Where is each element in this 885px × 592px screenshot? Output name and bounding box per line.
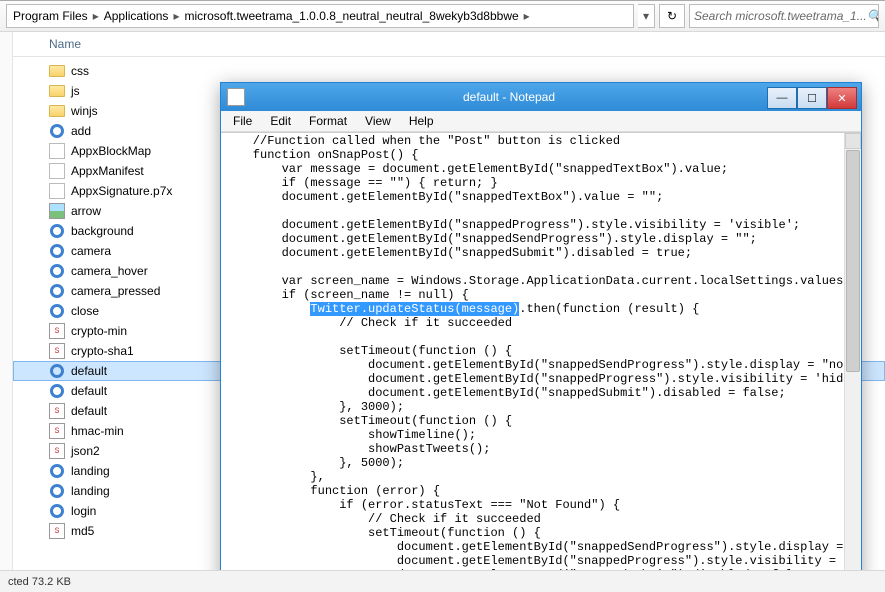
maximize-button[interactable]: ☐ [797, 87, 827, 109]
close-button[interactable]: ✕ [827, 87, 857, 109]
file-name: default [71, 364, 107, 378]
js-icon: S [49, 423, 65, 439]
menu-item-help[interactable]: Help [401, 113, 442, 129]
notepad-text-area[interactable]: //Function called when the "Post" button… [221, 133, 845, 570]
file-name: css [71, 64, 89, 78]
status-bar: cted 73.2 KB [0, 570, 885, 592]
file-name: winjs [71, 104, 98, 118]
search-icon: 🔍 [867, 9, 879, 23]
notepad-icon [227, 88, 245, 106]
file-name: crypto-sha1 [71, 344, 134, 358]
js-icon: S [49, 403, 65, 419]
file-icon [49, 143, 65, 159]
nav-pane-sliver [0, 32, 13, 570]
menu-item-view[interactable]: View [357, 113, 399, 129]
file-name: AppxBlockMap [71, 144, 151, 158]
file-name: camera_pressed [71, 284, 160, 298]
column-header-name[interactable]: Name [13, 32, 885, 57]
file-icon [49, 183, 65, 199]
file-name: json2 [71, 444, 100, 458]
file-name: camera [71, 244, 111, 258]
ie-icon [49, 123, 65, 139]
chevron-right-icon[interactable]: ▸ [170, 9, 182, 23]
search-input[interactable]: Search microsoft.tweetrama_1... 🔍 [689, 4, 879, 28]
explorer-window: Program Files▸Applications▸microsoft.twe… [0, 0, 885, 592]
code-content[interactable]: //Function called when the "Post" button… [221, 133, 845, 570]
file-name: login [71, 504, 96, 518]
notepad-title: default - Notepad [251, 90, 767, 104]
explorer-body: Name css js winjs add AppxBlockMap AppxManife… [0, 32, 885, 570]
ie-icon [49, 243, 65, 259]
search-placeholder: Search microsoft.tweetrama_1... [694, 9, 867, 23]
file-name: md5 [71, 524, 94, 538]
chevron-right-icon[interactable]: ▸ [90, 9, 102, 23]
file-name: camera_hover [71, 264, 148, 278]
file-name: close [71, 304, 99, 318]
vertical-scroll-thumb[interactable] [846, 150, 860, 372]
chevron-right-icon[interactable]: ▸ [521, 9, 533, 23]
breadcrumb[interactable]: Program Files▸Applications▸microsoft.twe… [6, 4, 634, 28]
ie-icon [49, 503, 65, 519]
address-toolbar: Program Files▸Applications▸microsoft.twe… [0, 1, 885, 32]
notepad-body: //Function called when the "Post" button… [221, 132, 861, 570]
refresh-icon: ↻ [667, 9, 677, 23]
ie-icon [49, 483, 65, 499]
folder-icon [49, 83, 65, 99]
notepad-window: default - Notepad — ☐ ✕ FileEditFormatVi… [220, 82, 862, 570]
folder-icon [49, 63, 65, 79]
file-name: AppxManifest [71, 164, 144, 178]
breadcrumb-segment[interactable]: microsoft.tweetrama_1.0.0.8_neutral_neut… [182, 9, 520, 23]
pic-icon [49, 203, 65, 219]
ie-icon [49, 223, 65, 239]
ie-icon [49, 283, 65, 299]
file-icon [49, 163, 65, 179]
file-name: landing [71, 484, 110, 498]
refresh-button[interactable]: ↻ [659, 4, 685, 28]
notepad-titlebar[interactable]: default - Notepad — ☐ ✕ [221, 83, 861, 111]
menu-item-format[interactable]: Format [301, 113, 355, 129]
file-name: landing [71, 464, 110, 478]
file-name: AppxSignature.p7x [71, 184, 172, 198]
file-name: hmac-min [71, 424, 124, 438]
file-name: default [71, 404, 107, 418]
js-icon: S [49, 523, 65, 539]
file-name: default [71, 384, 107, 398]
menu-item-edit[interactable]: Edit [262, 113, 299, 129]
file-name: crypto-min [71, 324, 127, 338]
js-icon: S [49, 343, 65, 359]
minimize-button[interactable]: — [767, 87, 797, 109]
folder-icon [49, 103, 65, 119]
file-name: js [71, 84, 80, 98]
ie-icon [49, 303, 65, 319]
breadcrumb-segment[interactable]: Applications [102, 9, 171, 23]
breadcrumb-dropdown[interactable]: ▾ [638, 4, 655, 28]
breadcrumb-segment[interactable]: Program Files [11, 9, 90, 23]
js-icon: S [49, 443, 65, 459]
file-name: add [71, 124, 91, 138]
js-icon: S [49, 323, 65, 339]
notepad-menu: FileEditFormatViewHelp [221, 111, 861, 132]
ie-icon [49, 383, 65, 399]
file-name: background [71, 224, 134, 238]
vertical-scrollbar[interactable] [844, 133, 861, 570]
window-buttons: — ☐ ✕ [767, 87, 857, 107]
ie-icon [49, 363, 65, 379]
ie-icon [49, 463, 65, 479]
highlighted-text[interactable]: Twitter.updateStatus(message) [310, 302, 519, 316]
file-name: arrow [71, 204, 101, 218]
file-row[interactable]: css [13, 61, 885, 81]
menu-item-file[interactable]: File [225, 113, 260, 129]
ie-icon [49, 263, 65, 279]
